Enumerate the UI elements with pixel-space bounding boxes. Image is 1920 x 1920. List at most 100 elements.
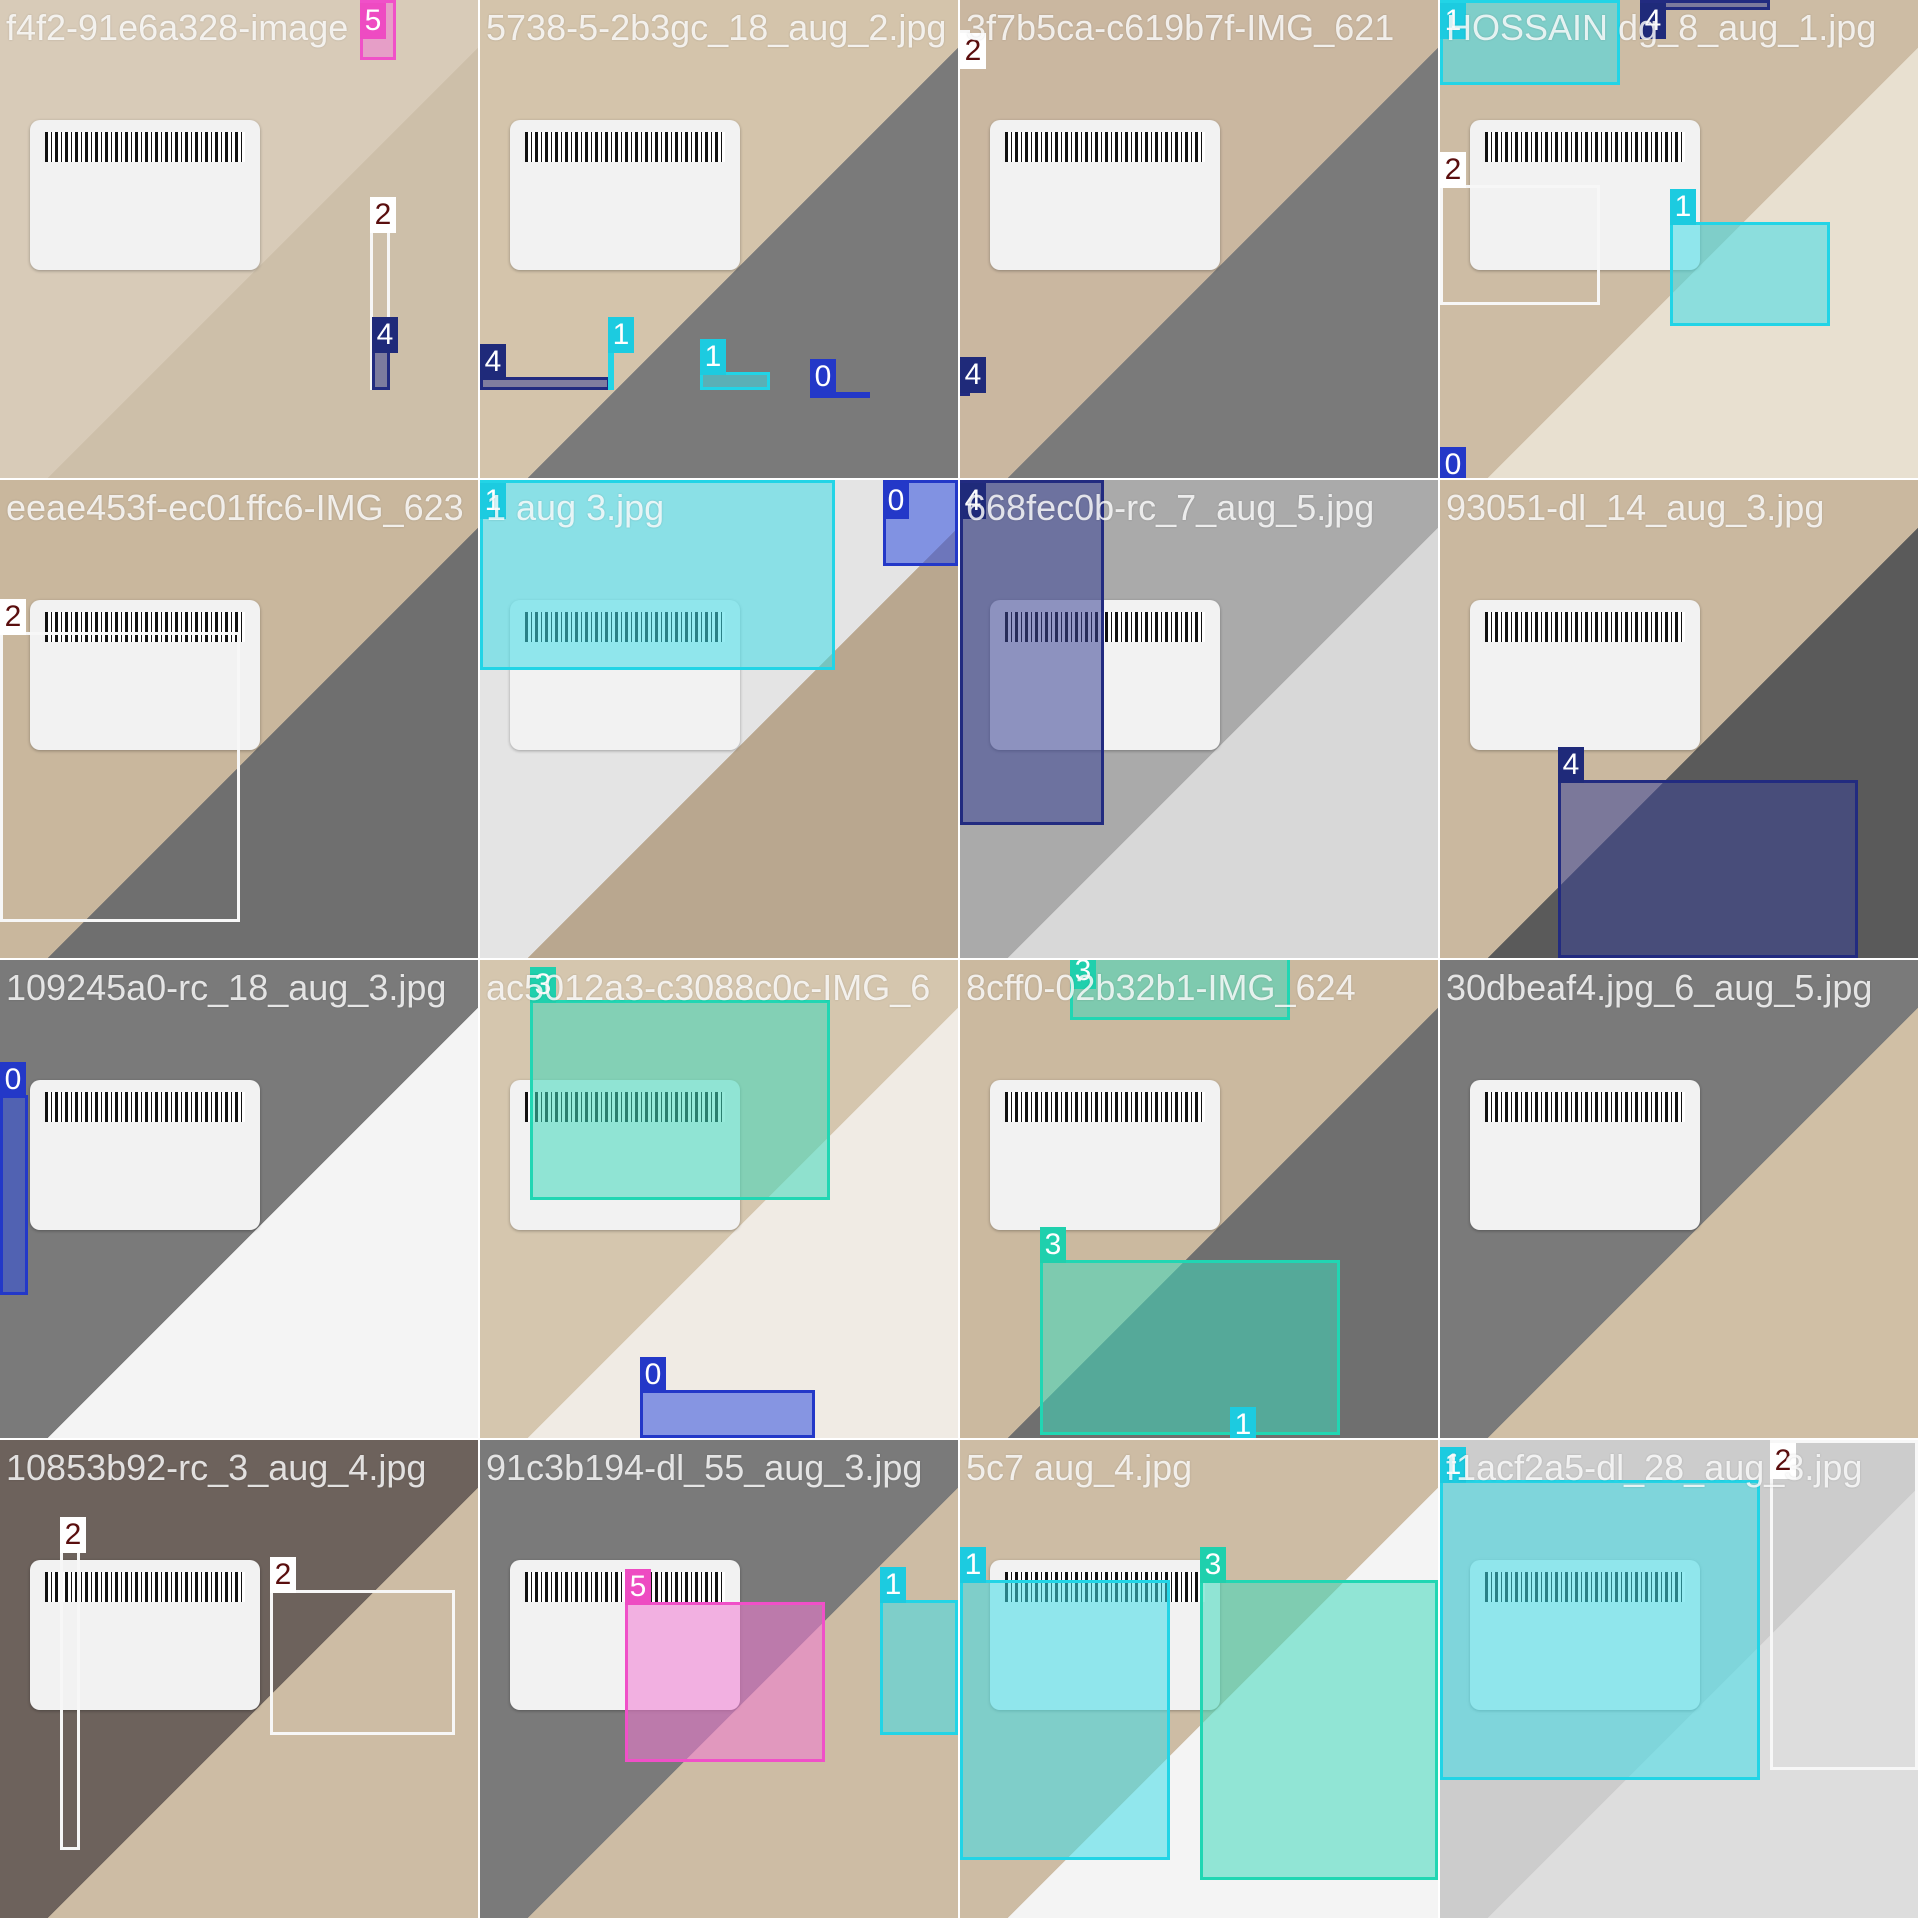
bounding-box: 2 [1440, 152, 1600, 305]
tile-filename: f1acf2a5-dl_28_aug_3.jpg [1446, 1447, 1863, 1488]
barcode-graphic [1005, 1092, 1205, 1122]
class-label: 0 [1440, 447, 1466, 478]
bounding-box: 2 [0, 599, 240, 922]
box-mask-fill [1203, 1583, 1435, 1877]
box-mask-fill [375, 353, 387, 387]
bounding-box: 4 [372, 317, 398, 390]
id-card-image [990, 1080, 1220, 1230]
class-label: 4 [480, 344, 506, 380]
box-mask-fill [63, 1553, 77, 1847]
class-label: 1 [1670, 189, 1696, 225]
box-mask-fill [1673, 225, 1827, 323]
tile-filename: 91c3b194-dl_55_aug_3.jpg [486, 1447, 923, 1488]
tile-filename: 10853b92-rc_3_aug_4.jpg [6, 1447, 427, 1488]
mosaic-tile: eeae453f-ec01ffc6-IMG_623 2 [0, 480, 478, 958]
barcode-graphic [1005, 132, 1205, 162]
box-mask-fill [3, 1098, 25, 1292]
tile-filename: f4f2-91e6a328-image [6, 7, 349, 48]
bounding-box: 1 [1670, 189, 1830, 326]
training-batch-mosaic: f4f2-91e6a328-image 5 2 4 5738-5-2b3gc_18_au… [0, 0, 1920, 1920]
box-mask-fill [273, 1593, 452, 1732]
box-mask-fill [643, 1393, 812, 1435]
class-label: 1 [880, 1567, 906, 1603]
bounding-box: 1 [1440, 1447, 1760, 1780]
bounding-box: 3 [1200, 1547, 1438, 1880]
mosaic-tile: 5738-5-2b3gc_18_aug_2.jpg 4 1 1 0 [480, 0, 958, 478]
box-mask-fill [883, 1603, 955, 1732]
mosaic-tile: 10853b92-rc_3_aug_4.jpg 2 2 [0, 1440, 478, 1918]
bounding-box: 2 [270, 1557, 455, 1735]
box-mask-fill [1043, 1263, 1337, 1432]
mosaic-tile: 109245a0-rc_18_aug_3.jpg 0 [0, 960, 478, 1438]
bounding-box: 1 [608, 317, 634, 390]
tile-filename: 109245a0-rc_18_aug_3.jpg [6, 967, 447, 1008]
class-label: 4 [372, 317, 398, 353]
bounding-box: 4 [960, 480, 1104, 825]
bounding-box: 2 [60, 1517, 86, 1850]
bounding-box: 2 [1770, 1440, 1918, 1770]
tile-filename: 8cff0-02b32b1-IMG_624 [966, 967, 1356, 1008]
class-label: 0 [0, 1062, 26, 1098]
tile-filename: ac5012a3-c3088c0c-IMG_6 [486, 967, 931, 1008]
box-mask-fill [1443, 1483, 1757, 1777]
id-card-image [510, 120, 740, 270]
bounding-box: 1 [880, 1567, 958, 1735]
mosaic-tile: 30dbeaf4.jpg_6_aug_5.jpg [1440, 960, 1918, 1438]
bounding-box: 5 [360, 0, 396, 60]
class-label: 4 [1558, 747, 1584, 783]
bounding-box: 4 [480, 344, 610, 390]
box-mask-fill [963, 1583, 1167, 1857]
class-label: 5 [625, 1569, 651, 1605]
class-label: 2 [0, 599, 26, 635]
tile-filename: 3f7b5ca-c619b7f-IMG_621 [966, 7, 1395, 48]
class-label: 1 [700, 339, 726, 375]
box-mask-fill [533, 1003, 827, 1197]
class-label: 3 [1040, 1227, 1066, 1263]
class-label: 0 [810, 359, 836, 395]
bounding-box: 4 [960, 357, 986, 396]
id-card-image [1470, 1080, 1700, 1230]
mosaic-tile: ac5012a3-c3088c0c-IMG_6 3 0 [480, 960, 958, 1438]
box-mask-fill [628, 1605, 822, 1759]
id-card-image [30, 1080, 260, 1230]
mosaic-tile: f1acf2a5-dl_28_aug_3.jpg 1 2 [1440, 1440, 1918, 1918]
mosaic-tile: 1 aug 3.jpg 1 0 [480, 480, 958, 958]
barcode-graphic [45, 1092, 245, 1122]
bounding-box: 0 [883, 480, 958, 566]
mosaic-tile: HOSSAIN dg_8_aug_1.jpg 1 4 2 1 0 [1440, 0, 1918, 478]
mosaic-tile: 91c3b194-dl_55_aug_3.jpg 5 1 [480, 1440, 958, 1918]
box-mask-fill [703, 375, 767, 387]
mosaic-tile: f4f2-91e6a328-image 5 2 4 [0, 0, 478, 478]
class-label: 0 [640, 1357, 666, 1393]
tile-filename: eeae453f-ec01ffc6-IMG_623 [6, 487, 464, 528]
tile-filename: 30dbeaf4.jpg_6_aug_5.jpg [1446, 967, 1873, 1008]
barcode-graphic [525, 132, 725, 162]
box-mask-fill [3, 635, 237, 919]
box-mask-fill [483, 380, 607, 387]
tile-filename: 668fec0b-rc_7_aug_5.jpg [966, 487, 1375, 528]
id-card-image [30, 120, 260, 270]
barcode-graphic [1485, 132, 1685, 162]
id-card-image [1470, 600, 1700, 750]
mosaic-tile: 3f7b5ca-c619b7f-IMG_621 2 4 [960, 0, 1438, 478]
mosaic-tile: 93051-dl_14_aug_3.jpg 4 [1440, 480, 1918, 958]
tile-filename: 5c7 aug_4.jpg [966, 1447, 1193, 1488]
bounding-box: 3 [1040, 1227, 1340, 1435]
bounding-box: 3 [530, 967, 830, 1200]
mosaic-tile: 668fec0b-rc_7_aug_5.jpg 4 [960, 480, 1438, 958]
class-label: 2 [60, 1517, 86, 1553]
class-label: 5 [360, 3, 386, 39]
class-label: 4 [960, 357, 986, 393]
bounding-box: 0 [0, 1062, 28, 1295]
id-card-image [990, 120, 1220, 270]
mosaic-tile: 8cff0-02b32b1-IMG_624 3 3 1 [960, 960, 1438, 1438]
box-mask-fill [1561, 783, 1855, 955]
bounding-box: 5 [625, 1569, 825, 1762]
tile-filename: 5738-5-2b3gc_18_aug_2.jpg [486, 7, 947, 48]
tile-filename: 93051-dl_14_aug_3.jpg [1446, 487, 1825, 528]
bounding-box: 4 [1558, 747, 1858, 958]
class-label: 1 [1230, 1407, 1256, 1438]
class-label: 1 [608, 317, 634, 353]
tile-filename: HOSSAIN dg_8_aug_1.jpg [1446, 7, 1877, 48]
mosaic-tile: 5c7 aug_4.jpg 1 3 [960, 1440, 1438, 1918]
